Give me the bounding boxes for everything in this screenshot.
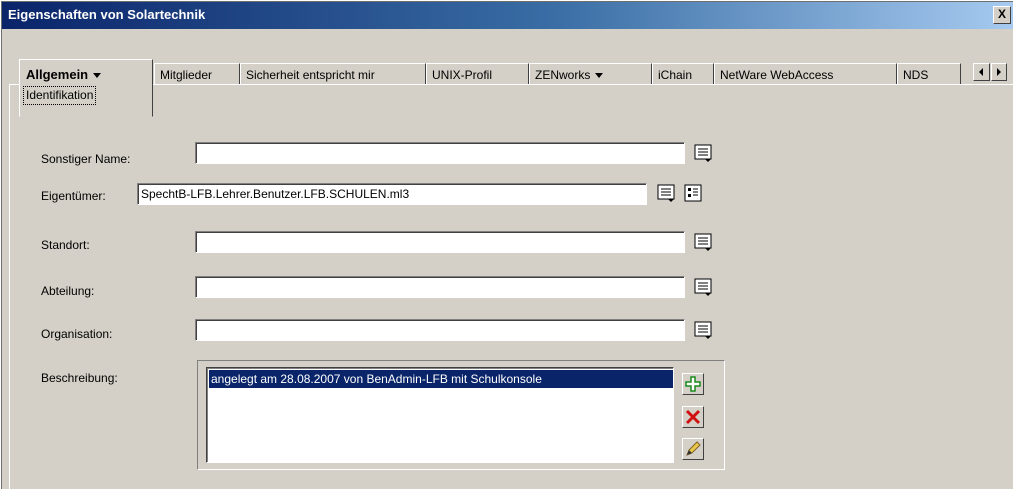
tab-allgemein-label: Allgemein [26, 67, 89, 82]
tab-allgemein[interactable]: Allgemein Identifikation [19, 59, 153, 117]
eigentuemer-field[interactable]: SpechtB-LFB.Lehrer.Benutzer.LFB.SCHULEN.… [137, 183, 647, 205]
standort-field[interactable] [195, 231, 685, 253]
delete-button[interactable] [682, 406, 704, 428]
standort-edit-button[interactable] [692, 231, 714, 253]
organisation-edit-button[interactable] [692, 319, 714, 341]
add-button[interactable] [682, 373, 704, 395]
eigentuemer-edit-button[interactable] [655, 182, 677, 204]
organisation-field[interactable] [195, 319, 685, 341]
sonstiger-name-edit-button[interactable] [692, 142, 714, 164]
tree-browse-icon [684, 184, 702, 202]
tab-allgemein-label-wrap: Allgemein [26, 64, 102, 86]
sonstiger-name-label: Sonstiger Name: [41, 152, 131, 166]
tab-netware-webaccess[interactable]: NetWare WebAccess [714, 63, 897, 85]
edit-list-icon [694, 278, 712, 296]
beschreibung-list[interactable]: angelegt am 28.08.2007 von BenAdmin-LFB … [206, 367, 674, 463]
edit-list-icon [694, 321, 712, 339]
tab-ichain[interactable]: iChain [652, 63, 714, 85]
beschreibung-label: Beschreibung: [41, 371, 118, 385]
plus-icon [685, 376, 701, 392]
chevron-down-icon[interactable] [595, 73, 604, 79]
arrow-left-icon [979, 68, 984, 76]
arrow-right-icon [996, 68, 1001, 76]
edit-list-icon [657, 184, 675, 202]
edit-button[interactable] [682, 438, 704, 460]
tab-scroll-left-button[interactable] [973, 63, 990, 81]
properties-window: Eigenschaften von Solartechnik X Allgeme… [1, 1, 1013, 490]
tab-unix-profil[interactable]: UNIX-Profil [426, 63, 529, 85]
abteilung-field[interactable] [195, 276, 685, 298]
tab-zenworks[interactable]: ZENworks [529, 63, 652, 85]
sonstiger-name-field[interactable] [195, 142, 685, 164]
tab-zenworks-label: ZENworks [535, 68, 591, 82]
tab-identifikation[interactable]: Identifikation [23, 86, 97, 105]
pencil-icon [686, 441, 701, 456]
beschreibung-group: angelegt am 28.08.2007 von BenAdmin-LFB … [197, 360, 725, 470]
chevron-down-icon[interactable] [93, 73, 102, 79]
eigentuemer-label: Eigentümer: [41, 189, 106, 203]
title-bar: Eigenschaften von Solartechnik X [2, 2, 1013, 29]
standort-label: Standort: [41, 238, 90, 252]
tab-nds[interactable]: NDS [897, 63, 961, 85]
tab-scroll-right-button[interactable] [990, 63, 1007, 81]
list-item[interactable]: angelegt am 28.08.2007 von BenAdmin-LFB … [209, 370, 673, 388]
close-button[interactable]: X [993, 6, 1011, 24]
tab-mitglieder[interactable]: Mitglieder [154, 63, 240, 85]
delete-x-icon [685, 409, 701, 425]
tab-scroll-buttons [973, 63, 1007, 81]
tab-sicherheit[interactable]: Sicherheit entspricht mir [240, 63, 426, 85]
window-title: Eigenschaften von Solartechnik [8, 7, 206, 22]
eigentuemer-browse-button[interactable] [682, 182, 704, 204]
abteilung-edit-button[interactable] [692, 276, 714, 298]
edit-list-icon [694, 233, 712, 251]
abteilung-label: Abteilung: [41, 284, 95, 298]
edit-list-icon [694, 144, 712, 162]
organisation-label: Organisation: [41, 327, 113, 341]
